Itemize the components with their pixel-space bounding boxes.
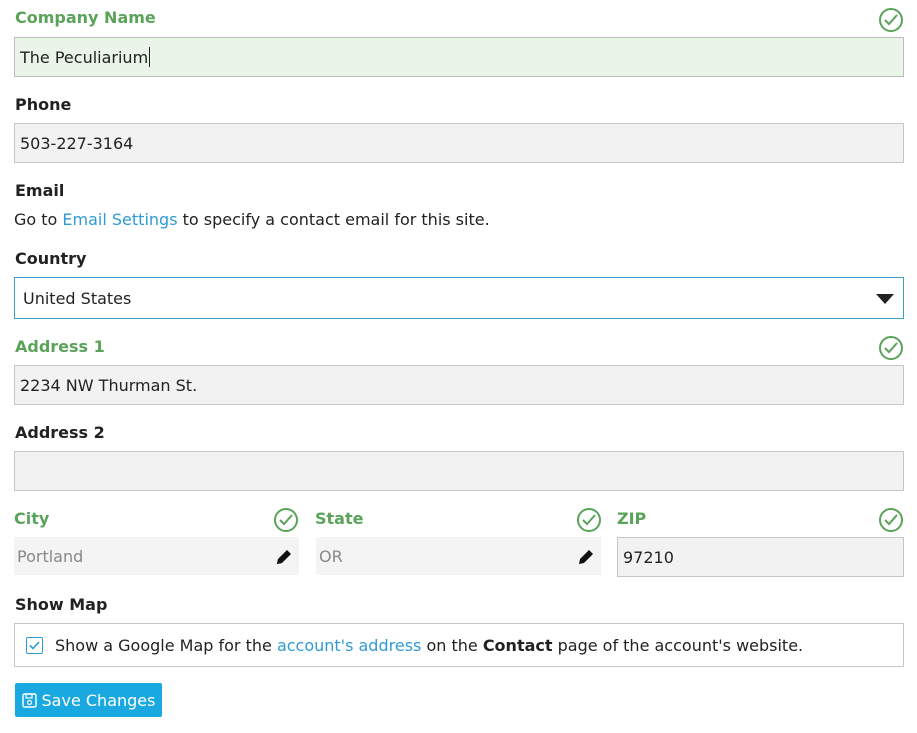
country-label: Country	[15, 249, 87, 268]
pencil-icon[interactable]	[275, 548, 293, 566]
company-name-label: Company Name	[15, 8, 156, 27]
email-hint: Go to Email Settings to specify a contac…	[14, 210, 490, 229]
show-map-text-3: page of the account's website.	[552, 635, 804, 655]
state-label: State	[315, 509, 364, 528]
email-label: Email	[15, 181, 65, 200]
zip-input[interactable]: 97210	[617, 537, 904, 577]
phone-label: Phone	[15, 95, 72, 114]
pencil-icon[interactable]	[577, 548, 595, 566]
show-map-text: Show a Google Map for the account's addr…	[55, 636, 803, 655]
text-cursor	[149, 47, 151, 67]
show-map-text-1: Show a Google Map for the	[55, 635, 277, 655]
valid-check-icon	[274, 508, 298, 532]
city-value: Portland	[17, 546, 84, 566]
state-field: OR	[316, 537, 601, 575]
checkmark-icon	[29, 640, 40, 650]
city-field: Portland	[14, 537, 299, 575]
country-value: United States	[23, 288, 132, 308]
company-name-value: The Peculiarium	[20, 47, 149, 67]
company-name-input[interactable]: The Peculiarium	[14, 37, 904, 77]
country-select[interactable]: United States	[14, 277, 904, 319]
address2-label: Address 2	[15, 423, 105, 442]
show-map-label: Show Map	[15, 595, 108, 614]
show-map-checkbox[interactable]	[26, 636, 43, 654]
valid-check-icon	[577, 508, 601, 532]
phone-input[interactable]: 503-227-3164	[14, 123, 904, 163]
zip-label: ZIP	[617, 509, 647, 528]
email-hint-text-after: to specify a contact email for this site…	[177, 210, 490, 229]
save-icon	[21, 692, 37, 708]
show-map-text-2: on the	[421, 635, 483, 655]
state-value: OR	[319, 546, 343, 566]
phone-value: 503-227-3164	[20, 133, 134, 153]
city-label: City	[14, 509, 50, 528]
email-settings-link[interactable]: Email Settings	[62, 210, 177, 229]
show-map-option: Show a Google Map for the account's addr…	[14, 623, 904, 667]
valid-check-icon	[879, 336, 903, 360]
save-changes-label: Save Changes	[41, 690, 156, 710]
address1-value: 2234 NW Thurman St.	[20, 375, 198, 395]
valid-check-icon	[879, 8, 903, 32]
email-hint-text-before: Go to	[14, 210, 63, 229]
zip-value: 97210	[623, 547, 674, 567]
address1-input[interactable]: 2234 NW Thurman St.	[14, 365, 904, 405]
address2-input[interactable]	[14, 451, 904, 491]
valid-check-icon	[879, 508, 903, 532]
chevron-down-icon	[876, 294, 894, 304]
address1-label: Address 1	[15, 337, 105, 356]
account-address-link[interactable]: account's address	[277, 636, 421, 655]
save-changes-button[interactable]: Save Changes	[15, 683, 162, 717]
contact-page-name: Contact	[482, 635, 553, 655]
